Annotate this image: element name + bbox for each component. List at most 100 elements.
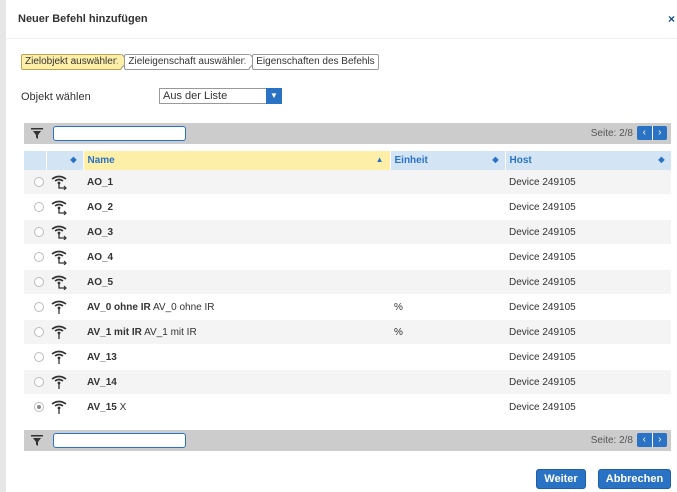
row-host-cell: Device 249105 — [505, 170, 671, 195]
add-command-dialog: Neuer Befehl hinzufügen × Zielobjekt aus… — [6, 0, 677, 492]
sort-asc-icon: ▲ — [375, 155, 384, 164]
row-name: AV_13 — [87, 351, 117, 363]
row-radio[interactable] — [34, 301, 44, 312]
row-unit: % — [394, 301, 403, 313]
table-row[interactable]: AV_0 ohne IR AV_0 ohne IR% Device 249105 — [24, 294, 671, 320]
row-name: AV_1 mit IR — [87, 326, 142, 338]
object-select-dropdown[interactable]: Aus der Liste ▼ — [159, 88, 282, 104]
row-unit-cell — [390, 269, 505, 295]
object-select-value: Aus der Liste — [163, 90, 228, 102]
row-host: Device 249105 — [509, 326, 576, 338]
filter-input-top[interactable] — [53, 126, 186, 141]
filter-icon[interactable] — [31, 434, 43, 447]
row-unit-cell: % — [390, 294, 505, 320]
row-type-cell — [46, 294, 83, 320]
row-radio[interactable] — [34, 401, 44, 412]
row-name: AO_1 — [87, 176, 114, 188]
table-row[interactable]: AO_3 Device 249105 — [24, 219, 671, 245]
analog-output-icon — [50, 200, 68, 215]
analog-value-icon — [50, 375, 68, 389]
table-row[interactable]: AO_1 Device 249105 — [24, 170, 671, 195]
row-unit-cell: % — [390, 319, 505, 345]
header-host[interactable]: Host ◆ — [505, 151, 672, 170]
row-type-cell — [46, 269, 83, 295]
filter-input-bottom[interactable] — [53, 433, 186, 448]
row-unit-cell — [390, 369, 505, 395]
row-host-cell: Device 249105 — [505, 394, 671, 420]
row-host: Device 249105 — [509, 176, 576, 188]
row-name: AO_2 — [87, 201, 114, 213]
row-radio-cell[interactable] — [24, 319, 46, 345]
table-row[interactable]: AO_2 Device 249105 — [24, 194, 671, 220]
row-type-cell — [46, 170, 83, 195]
page-info-top: Seite: 2/8 — [590, 128, 633, 139]
row-radio-cell[interactable] — [24, 294, 46, 320]
next-page-button[interactable]: › — [653, 433, 668, 447]
step-command-properties[interactable]: Eigenschaften des Befehls — [252, 54, 379, 70]
header-name[interactable]: Name ▲ — [83, 151, 391, 170]
row-name: AO_5 — [87, 276, 114, 288]
row-radio-cell[interactable] — [24, 219, 46, 245]
row-radio[interactable] — [34, 351, 44, 362]
row-host: Device 249105 — [509, 376, 576, 388]
bottom-toolbar: Seite: 2/8 ‹ › — [24, 430, 671, 451]
header-type[interactable]: ◆ — [46, 151, 84, 170]
step-target-object[interactable]: Zielobjekt auswählen — [21, 54, 123, 70]
row-radio-cell[interactable] — [24, 269, 46, 295]
row-radio-cell[interactable] — [24, 170, 46, 195]
row-radio-cell[interactable] — [24, 394, 46, 420]
row-unit: % — [394, 326, 403, 338]
table-row[interactable]: AV_15 X Device 249105 — [24, 394, 671, 420]
next-button[interactable]: Weiter — [536, 469, 586, 489]
row-host-cell: Device 249105 — [505, 269, 671, 295]
row-type-cell — [46, 394, 83, 420]
row-name: AO_4 — [87, 251, 114, 263]
row-radio[interactable] — [34, 251, 44, 262]
row-name-cell: AV_13 — [83, 344, 390, 370]
row-host-cell: Device 249105 — [505, 319, 671, 345]
row-radio[interactable] — [34, 176, 44, 187]
row-host: Device 249105 — [509, 276, 576, 288]
object-table: ◆ Name ▲ Einheit ◆ Host ◆ AO_1 Device 24910… — [24, 151, 672, 420]
header-select — [24, 151, 47, 170]
dialog-titlebar: Neuer Befehl hinzufügen × — [6, 0, 677, 38]
sort-icon: ◆ — [658, 155, 665, 164]
close-icon[interactable]: × — [668, 12, 675, 26]
row-unit-cell — [390, 170, 505, 195]
filter-icon[interactable] — [31, 127, 43, 140]
row-radio-cell[interactable] — [24, 344, 46, 370]
next-page-button[interactable]: › — [653, 126, 668, 140]
row-radio-cell[interactable] — [24, 244, 46, 270]
row-host-cell: Device 249105 — [505, 194, 671, 220]
wizard-steps: Zielobjekt auswählen Zieleigenschaft aus… — [21, 54, 381, 70]
row-host-cell: Device 249105 — [505, 344, 671, 370]
row-description: X — [119, 401, 127, 413]
cancel-button[interactable]: Abbrechen — [598, 469, 671, 489]
row-radio-cell[interactable] — [24, 369, 46, 395]
row-name: AV_0 ohne IR — [87, 301, 151, 313]
table-row[interactable]: AV_1 mit IR AV_1 mit IR% Device 249105 — [24, 319, 671, 345]
table-row[interactable]: AV_14 Device 249105 — [24, 369, 671, 395]
row-radio[interactable] — [34, 201, 44, 212]
row-radio[interactable] — [34, 326, 44, 337]
row-type-cell — [46, 344, 83, 370]
row-name-cell: AV_14 — [83, 369, 390, 395]
table-row[interactable]: AO_4 Device 249105 — [24, 244, 671, 270]
analog-output-icon — [50, 250, 68, 265]
step-target-property[interactable]: Zieleigenschaft auswählen — [124, 54, 251, 70]
analog-value-icon — [50, 400, 68, 414]
prev-page-button[interactable]: ‹ — [637, 433, 653, 447]
analog-output-icon — [50, 175, 68, 190]
table-row[interactable]: AO_5 Device 249105 — [24, 269, 671, 295]
analog-output-icon — [50, 225, 68, 240]
row-unit-cell — [390, 394, 505, 420]
prev-page-button[interactable]: ‹ — [637, 126, 653, 140]
row-radio[interactable] — [34, 376, 44, 387]
table-row[interactable]: AV_13 Device 249105 — [24, 344, 671, 370]
row-radio[interactable] — [34, 226, 44, 237]
table-header-row: ◆ Name ▲ Einheit ◆ Host ◆ — [24, 151, 672, 170]
chevron-down-icon[interactable]: ▼ — [266, 88, 282, 104]
row-radio-cell[interactable] — [24, 194, 46, 220]
header-unit[interactable]: Einheit ◆ — [390, 151, 506, 170]
row-radio[interactable] — [34, 276, 44, 287]
